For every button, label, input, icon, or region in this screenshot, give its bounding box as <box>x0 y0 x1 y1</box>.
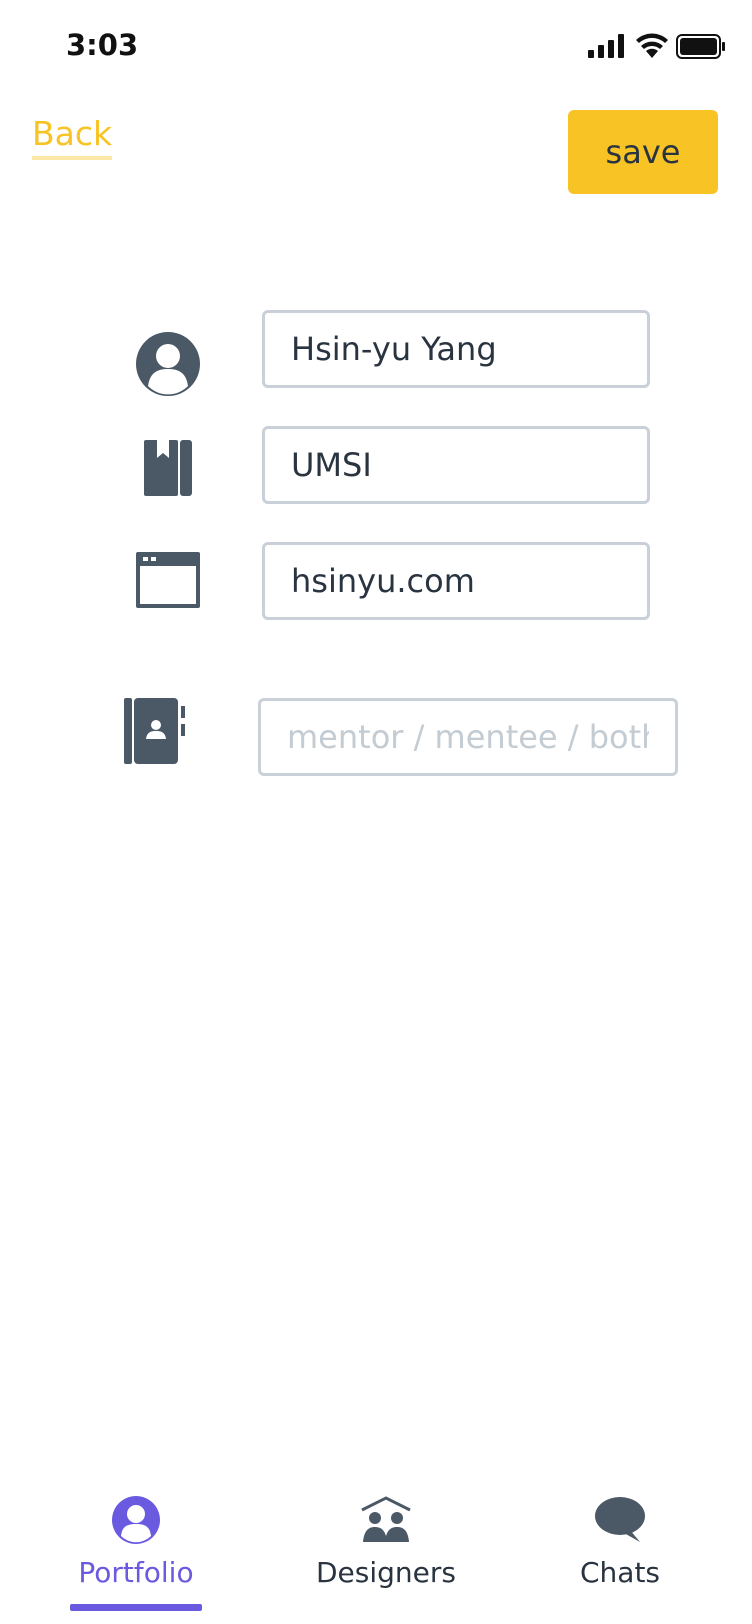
battery-icon <box>676 34 725 59</box>
back-link[interactable]: Back <box>32 114 113 160</box>
tab-bar: Portfolio Designers Chats <box>0 1480 752 1624</box>
user-circle-icon <box>136 332 200 396</box>
website-field[interactable] <box>262 542 650 620</box>
role-field[interactable] <box>258 698 678 776</box>
cellular-signal-icon <box>588 34 624 58</box>
group-icon <box>361 1496 411 1542</box>
chat-bubble-icon <box>595 1497 645 1542</box>
user-circle-icon <box>112 1496 160 1544</box>
tab-designers[interactable]: Designers <box>306 1480 466 1624</box>
active-tab-indicator <box>70 1604 202 1611</box>
save-button[interactable]: save <box>568 110 718 194</box>
tab-label: Designers <box>316 1556 456 1589</box>
tab-chats[interactable]: Chats <box>570 1480 670 1624</box>
status-bar: 3:03 <box>0 0 752 96</box>
tab-label: Chats <box>579 1556 661 1589</box>
tab-portfolio[interactable]: Portfolio <box>70 1480 202 1624</box>
status-time: 3:03 <box>66 28 139 62</box>
name-field[interactable] <box>262 310 650 388</box>
school-field[interactable] <box>262 426 650 504</box>
notebook-icon <box>144 440 192 496</box>
browser-window-icon <box>136 552 200 608</box>
wifi-icon <box>636 33 668 58</box>
tab-label: Portfolio <box>78 1556 194 1589</box>
contacts-book-icon <box>124 698 185 764</box>
